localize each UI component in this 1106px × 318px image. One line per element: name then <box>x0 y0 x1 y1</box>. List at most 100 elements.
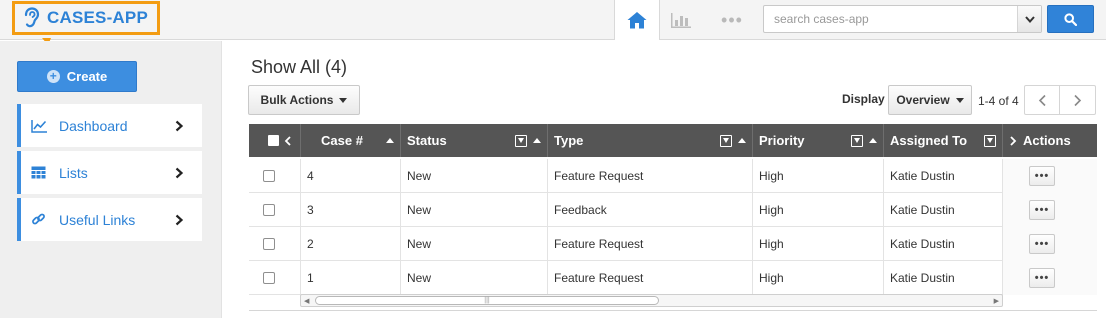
filter-icon[interactable] <box>851 134 863 147</box>
table-row[interactable]: 4 New Feature Request High Katie Dustin … <box>249 159 1097 193</box>
select-all-checkbox[interactable] <box>268 135 279 146</box>
type-cell: Feature Request <box>548 227 753 261</box>
row-actions-button[interactable]: ••• <box>1029 268 1055 288</box>
column-label: Status <box>407 133 447 148</box>
scrollbar-thumb[interactable]: ||| <box>315 296 659 305</box>
row-select-cell <box>249 159 301 193</box>
scroll-right-icon[interactable]: ▶ <box>994 297 999 305</box>
link-icon <box>31 212 49 228</box>
sidebar-item-label: Useful Links <box>59 211 136 228</box>
sort-up-icon <box>738 138 746 143</box>
column-header-priority[interactable]: Priority <box>753 124 884 157</box>
chevron-right-icon <box>175 167 184 178</box>
row-checkbox[interactable] <box>263 238 275 250</box>
sidebar-item-label: Lists <box>59 164 88 181</box>
table-row[interactable]: 1 New Feature Request High Katie Dustin … <box>249 261 1097 295</box>
more-dots-icon: ••• <box>721 9 743 30</box>
pager-prev-button[interactable] <box>1024 85 1060 115</box>
assigned-to-cell: Katie Dustin <box>884 227 1003 261</box>
create-button-label: Create <box>66 69 108 84</box>
create-button[interactable]: + Create <box>17 61 137 92</box>
sort-up-icon <box>869 138 877 143</box>
app-logo[interactable]: CASES-APP <box>12 1 160 35</box>
pager-range: 1-4 of 4 <box>978 94 1019 108</box>
chart-line-icon <box>31 118 49 134</box>
column-header-status[interactable]: Status <box>401 124 548 157</box>
page-title: Show All (4) <box>251 57 348 77</box>
table-row[interactable]: 3 New Feedback High Katie Dustin ••• <box>249 193 1097 227</box>
chevron-down-icon <box>1024 15 1035 23</box>
plus-circle-icon: + <box>46 70 60 83</box>
case-number-cell: 2 <box>301 227 401 261</box>
sort-up-icon <box>386 138 394 143</box>
chevron-left-icon <box>1038 94 1046 106</box>
bar-chart-icon <box>671 13 691 28</box>
case-number-cell: 4 <box>301 159 401 193</box>
assigned-to-cell: Katie Dustin <box>884 159 1003 193</box>
chevron-right-icon <box>175 214 184 225</box>
priority-cell: High <box>753 159 884 193</box>
status-cell: New <box>401 159 548 193</box>
nav-home-button[interactable] <box>614 0 660 40</box>
table-icon <box>31 165 49 181</box>
row-actions-button[interactable]: ••• <box>1029 234 1055 254</box>
sidebar-item-lists[interactable]: Lists <box>17 151 202 194</box>
caret-down-icon <box>339 97 348 103</box>
type-cell: Feature Request <box>548 261 753 295</box>
priority-cell: High <box>753 227 884 261</box>
column-header-case[interactable]: Case # <box>301 124 401 157</box>
select-all-header <box>249 124 301 157</box>
display-select-value: Overview <box>896 93 950 107</box>
column-header-actions: Actions <box>1003 124 1097 157</box>
chevron-right-icon[interactable] <box>1009 135 1017 146</box>
search-button[interactable] <box>1047 5 1094 33</box>
divider <box>249 310 1097 311</box>
display-select[interactable]: Overview <box>888 85 972 115</box>
actions-cell: ••• <box>1003 193 1097 227</box>
row-checkbox[interactable] <box>263 272 275 284</box>
row-actions-button[interactable]: ••• <box>1029 200 1055 220</box>
app-name: CASES-APP <box>47 8 148 27</box>
chevron-right-icon <box>175 120 184 131</box>
case-number-cell: 1 <box>301 261 401 295</box>
sidebar: + Create Dashboard Lists Useful Links <box>0 41 222 318</box>
sidebar-item-dashboard[interactable]: Dashboard <box>17 104 202 147</box>
column-header-type[interactable]: Type <box>548 124 753 157</box>
row-select-cell <box>249 261 301 295</box>
filter-icon[interactable] <box>515 134 527 147</box>
nav-more-button[interactable]: ••• <box>716 8 748 32</box>
caret-down-icon <box>955 97 964 103</box>
horizontal-scrollbar[interactable]: ◀ ||| ▶ <box>300 294 1003 307</box>
row-checkbox[interactable] <box>263 170 275 182</box>
filter-icon[interactable] <box>720 134 732 147</box>
actions-cell: ••• <box>1003 261 1097 295</box>
search-dropdown-button[interactable] <box>1017 6 1041 32</box>
assigned-to-cell: Katie Dustin <box>884 193 1003 227</box>
search-icon <box>1064 12 1077 26</box>
column-label: Assigned To <box>890 133 968 148</box>
chevron-right-icon <box>1074 94 1082 106</box>
pager-next-button[interactable] <box>1059 85 1096 115</box>
chevron-left-icon[interactable] <box>284 135 292 146</box>
scroll-left-icon[interactable]: ◀ <box>304 297 309 305</box>
type-cell: Feedback <box>548 193 753 227</box>
search-input[interactable] <box>764 6 1016 32</box>
sidebar-item-useful-links[interactable]: Useful Links <box>17 198 202 241</box>
ear-icon <box>24 7 40 28</box>
column-header-assigned-to[interactable]: Assigned To <box>884 124 1003 157</box>
row-checkbox[interactable] <box>263 204 275 216</box>
row-select-cell <box>249 227 301 261</box>
search-box <box>763 5 1042 33</box>
table-header: Case # Status Type Priority Assigned To … <box>249 124 1097 157</box>
row-actions-button[interactable]: ••• <box>1029 166 1055 186</box>
column-label: Type <box>554 133 584 148</box>
sidebar-item-label: Dashboard <box>59 117 128 134</box>
filter-icon[interactable] <box>984 134 996 147</box>
actions-cell: ••• <box>1003 227 1097 261</box>
nav-charts-button[interactable] <box>668 8 694 32</box>
bulk-actions-button[interactable]: Bulk Actions <box>248 85 360 115</box>
assigned-to-cell: Katie Dustin <box>884 261 1003 295</box>
type-cell: Feature Request <box>548 159 753 193</box>
table-row[interactable]: 2 New Feature Request High Katie Dustin … <box>249 227 1097 261</box>
display-label: Display <box>842 92 885 106</box>
